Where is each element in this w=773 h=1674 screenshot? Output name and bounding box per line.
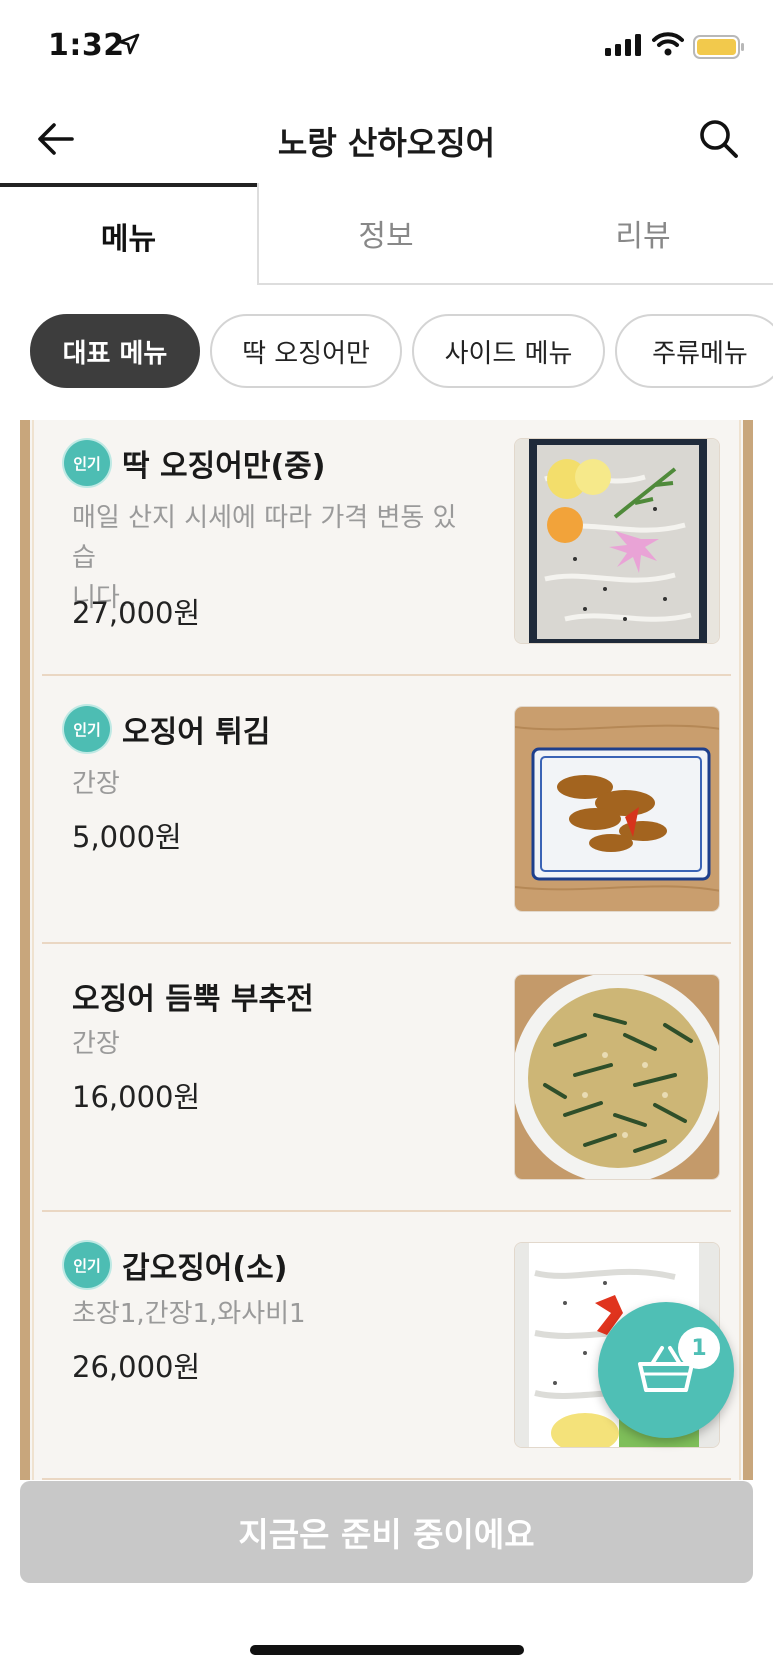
item-title-row: 인기 오징어 튀김 xyxy=(64,706,270,752)
status-bar: 1:32 xyxy=(0,0,773,95)
home-indicator xyxy=(250,1645,524,1655)
wifi-icon xyxy=(652,32,684,56)
header: 노랑 산하오징어 xyxy=(0,95,773,185)
popular-badge: 인기 xyxy=(64,706,110,752)
order-button[interactable]: 지금은 준비 중이에요 xyxy=(20,1481,753,1583)
item-description: 간장 xyxy=(72,769,120,799)
item-price: 5,000원 xyxy=(72,820,182,854)
chip-side-menu[interactable]: 사이드 메뉴 xyxy=(412,314,605,388)
popular-badge: 인기 xyxy=(64,440,110,486)
tab-reviews[interactable]: 리뷰 xyxy=(513,183,773,285)
menu-item[interactable]: 인기 오징어 튀김 간장 5,000원 xyxy=(42,676,731,944)
battery-icon xyxy=(693,35,744,59)
food-photo xyxy=(514,706,720,912)
item-name: 오징어 튀김 xyxy=(122,715,271,750)
item-description-line: 매일 산지 시세에 따라 가격 변동 있습 xyxy=(72,503,457,573)
category-chips: 대표 메뉴 딱 오징어만 사이드 메뉴 주류메뉴 xyxy=(0,314,773,390)
page-title: 노랑 산하오징어 xyxy=(277,124,496,162)
location-arrow-icon xyxy=(118,33,140,55)
popular-badge: 인기 xyxy=(64,1242,110,1288)
search-button[interactable] xyxy=(693,113,745,165)
chip-signature-menu[interactable]: 대표 메뉴 xyxy=(30,314,200,388)
food-photo xyxy=(514,438,720,644)
chip-drinks-menu[interactable]: 주류메뉴 xyxy=(615,314,773,388)
status-time: 1:32 xyxy=(48,28,125,63)
menu-item[interactable]: 오징어 듬뿍 부추전 간장 16,000원 xyxy=(42,944,731,1212)
item-title-row: 오징어 듬뿍 부추전 xyxy=(72,974,314,1018)
chip-squid-only[interactable]: 딱 오징어만 xyxy=(210,314,402,388)
item-name: 딱 오징어만(중) xyxy=(122,449,326,484)
cellular-signal-icon xyxy=(605,34,641,56)
tab-bar: 메뉴 정보 리뷰 xyxy=(0,183,773,285)
item-price: 16,000원 xyxy=(72,1080,201,1114)
tab-info[interactable]: 정보 xyxy=(257,183,513,285)
cart-count-badge: 1 xyxy=(678,1327,720,1369)
menu-item[interactable]: 인기 딱 오징어만(중) 매일 산지 시세에 따라 가격 변동 있습 니다.… … xyxy=(42,420,731,676)
item-name: 갑오징어(소) xyxy=(122,1251,288,1286)
item-price: 27,000원 xyxy=(72,596,201,630)
cart-button[interactable] xyxy=(598,1302,734,1438)
tab-menu[interactable]: 메뉴 xyxy=(0,183,257,285)
food-photo xyxy=(514,974,720,1180)
item-title-row: 인기 갑오징어(소) xyxy=(64,1242,287,1288)
item-title-row: 인기 딱 오징어만(중) xyxy=(64,440,325,486)
item-description: 초장1,간장1,와사비1 xyxy=(72,1299,306,1329)
item-price: 26,000원 xyxy=(72,1350,201,1384)
item-name: 오징어 듬뿍 부추전 xyxy=(72,982,314,1017)
item-description: 간장 xyxy=(72,1029,120,1059)
search-icon xyxy=(700,120,738,158)
